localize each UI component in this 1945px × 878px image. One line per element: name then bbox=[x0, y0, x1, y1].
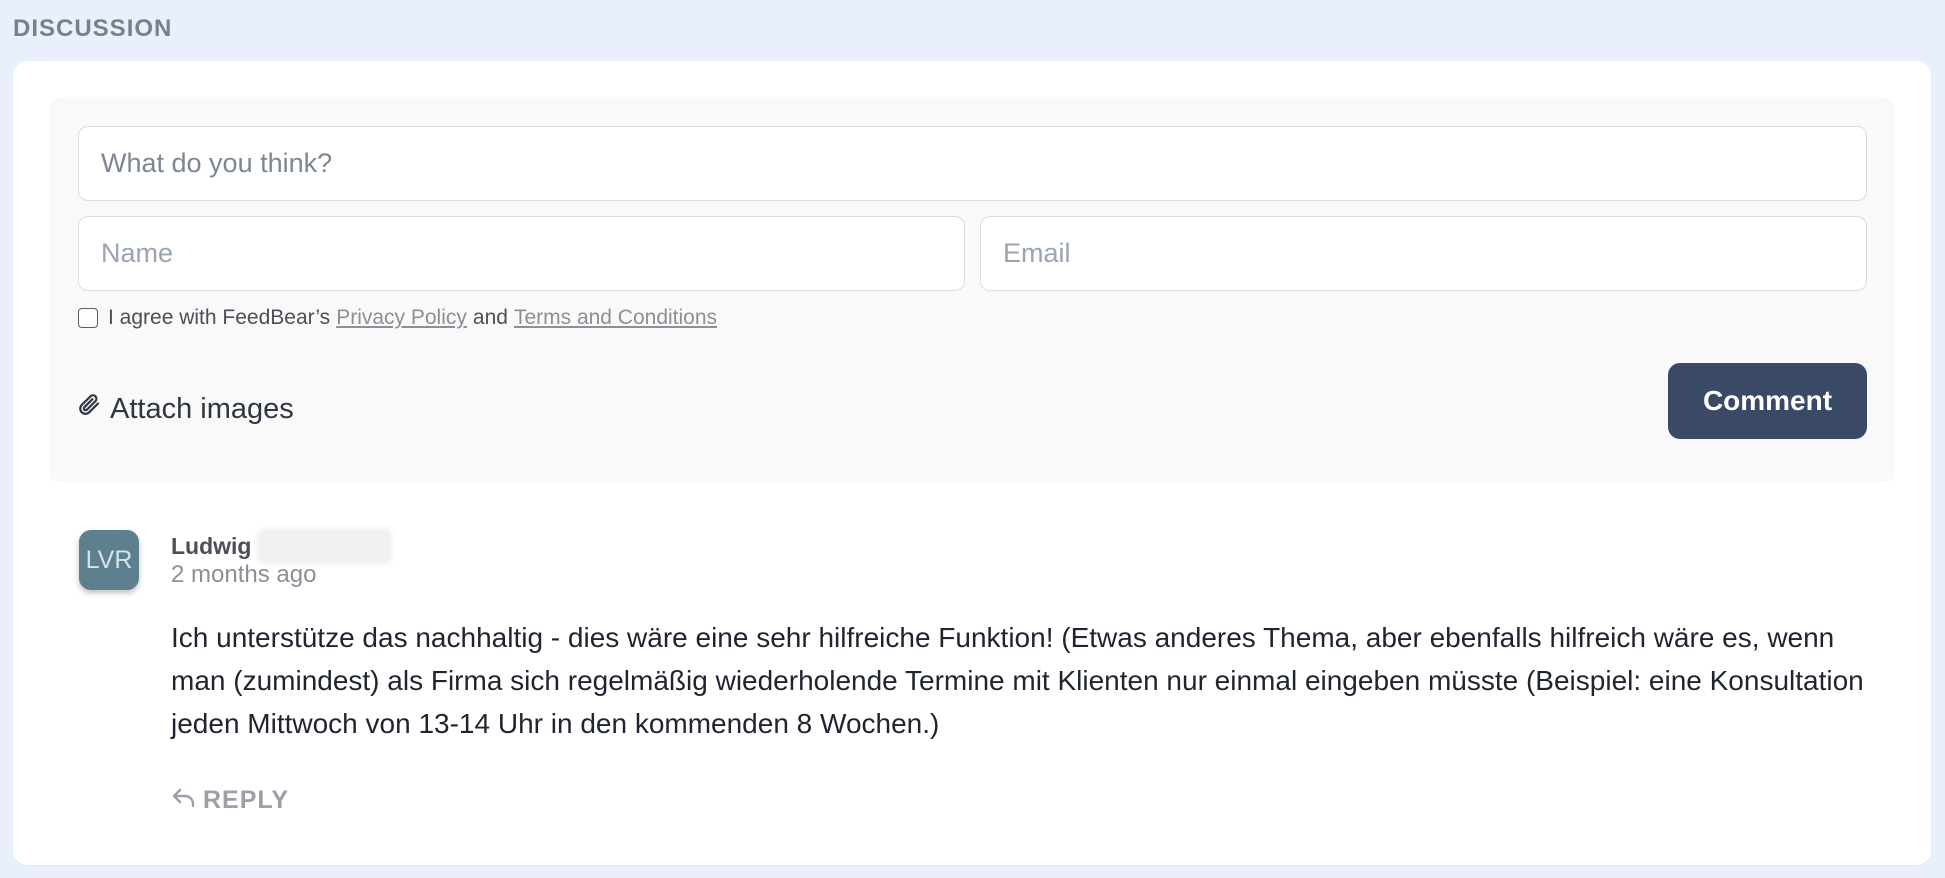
agree-and-text: and bbox=[472, 306, 508, 329]
comment-composer: I agree with FeedBear’s Privacy Policy a… bbox=[49, 97, 1895, 483]
name-field[interactable] bbox=[78, 216, 965, 291]
comment-submit-button[interactable]: Comment bbox=[1668, 363, 1867, 439]
attach-images-button[interactable]: Attach images bbox=[78, 389, 294, 429]
discussion-heading: DISCUSSION bbox=[13, 15, 173, 42]
reply-arrow-icon bbox=[171, 785, 203, 816]
attach-images-label: Attach images bbox=[110, 392, 294, 425]
reply-label: REPLY bbox=[203, 785, 290, 814]
email-field[interactable] bbox=[980, 216, 1867, 291]
comment-author: Ludwig bbox=[171, 528, 393, 564]
agree-row: I agree with FeedBear’s Privacy Policy a… bbox=[78, 305, 717, 331]
agree-checkbox[interactable] bbox=[78, 308, 98, 328]
agree-text: I agree with FeedBear’s bbox=[108, 306, 331, 329]
avatar: LVR bbox=[79, 530, 139, 590]
comment-input[interactable] bbox=[78, 126, 1867, 201]
comment-body: Ich unterstütze das nachhaltig - dies wä… bbox=[171, 622, 1864, 739]
privacy-policy-link[interactable]: Privacy Policy bbox=[336, 306, 467, 330]
redacted-surname bbox=[257, 528, 393, 564]
author-first-name: Ludwig bbox=[171, 532, 252, 559]
comment-timestamp: 2 months ago bbox=[171, 561, 317, 588]
paperclip-icon bbox=[78, 392, 110, 426]
discussion-card: I agree with FeedBear’s Privacy Policy a… bbox=[13, 61, 1931, 865]
reply-button[interactable]: REPLY bbox=[171, 780, 289, 820]
terms-link[interactable]: Terms and Conditions bbox=[514, 306, 717, 330]
